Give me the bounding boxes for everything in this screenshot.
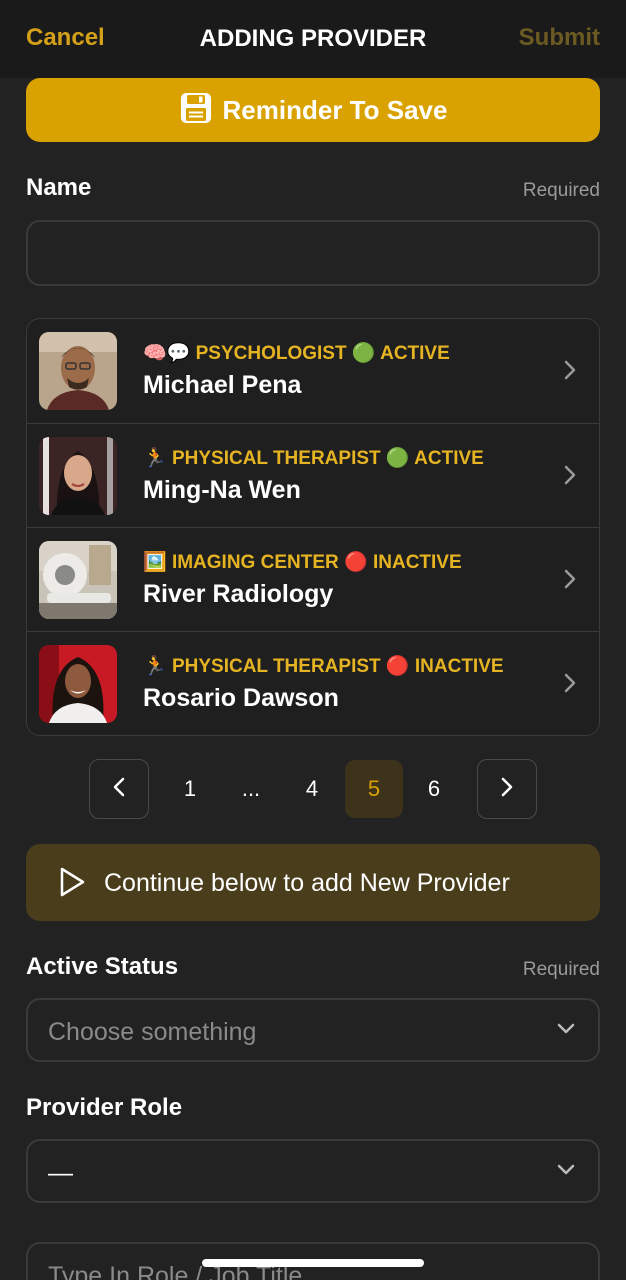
page-button-1[interactable]: 1 bbox=[161, 760, 219, 818]
provider-role: PHYSICAL THERAPIST bbox=[171, 656, 381, 677]
provider-name: Rosario Dawson bbox=[143, 684, 339, 712]
chevron-left-icon bbox=[112, 776, 126, 803]
active-status-placeholder: Choose something bbox=[48, 1018, 257, 1046]
submit-button[interactable]: Submit bbox=[519, 24, 600, 52]
provider-status: ACTIVE bbox=[380, 343, 450, 364]
page-ellipsis: ... bbox=[241, 776, 261, 801]
floppy-disk-icon bbox=[179, 91, 213, 130]
continue-label: Continue below to add New Provider bbox=[104, 869, 510, 897]
provider-meta: 🏃 PHYSICAL THERAPIST 🔴 INACTIVE bbox=[143, 654, 504, 678]
name-input[interactable] bbox=[26, 220, 600, 286]
chevron-right-icon bbox=[563, 464, 577, 491]
provider-meta: 🧠💬 PSYCHOLOGIST 🟢 ACTIVE bbox=[143, 341, 450, 365]
role-emoji: 🏃 bbox=[143, 656, 167, 677]
provider-meta: 🖼️ IMAGING CENTER 🔴 INACTIVE bbox=[143, 550, 462, 574]
status-emoji: 🔴 bbox=[385, 656, 410, 677]
next-page-button[interactable] bbox=[477, 759, 537, 819]
chevron-right-icon bbox=[563, 672, 577, 699]
page-button-6[interactable]: 6 bbox=[405, 760, 463, 818]
chevron-right-icon bbox=[563, 359, 577, 386]
role-emoji: 🧠💬 bbox=[143, 343, 191, 364]
avatar bbox=[39, 332, 117, 410]
provider-status: ACTIVE bbox=[414, 448, 484, 469]
provider-role: IMAGING CENTER bbox=[171, 552, 339, 573]
chevron-down-icon bbox=[556, 1163, 576, 1182]
cancel-button[interactable]: Cancel bbox=[26, 24, 105, 52]
provider-status: INACTIVE bbox=[414, 656, 504, 677]
avatar bbox=[39, 541, 117, 619]
page-button-5-current[interactable]: 5 bbox=[345, 760, 403, 818]
name-label: Name bbox=[26, 174, 92, 201]
provider-status: INACTIVE bbox=[372, 552, 462, 573]
status-emoji: 🔴 bbox=[344, 552, 368, 573]
chevron-down-icon bbox=[556, 1022, 576, 1041]
top-bar: Cancel ADDING PROVIDER Submit bbox=[0, 0, 626, 78]
active-status-label: Active Status bbox=[26, 953, 179, 980]
continue-add-provider-button[interactable]: Continue below to add New Provider bbox=[26, 844, 600, 921]
role-emoji: 🖼️ bbox=[143, 552, 167, 573]
name-required-label: Required bbox=[522, 180, 600, 201]
active-status-select[interactable]: Choose something bbox=[26, 998, 600, 1062]
provider-row[interactable]: 🧠💬 PSYCHOLOGIST 🟢 ACTIVE Michael Pena bbox=[27, 319, 599, 423]
provider-name: Michael Pena bbox=[143, 371, 302, 399]
reminder-to-save-button[interactable]: Reminder To Save bbox=[26, 78, 600, 142]
status-emoji: 🟢 bbox=[385, 448, 410, 469]
provider-role-value: — bbox=[48, 1159, 73, 1187]
provider-list: 🧠💬 PSYCHOLOGIST 🟢 ACTIVE Michael Pena 🏃 bbox=[26, 318, 600, 736]
play-icon bbox=[58, 866, 86, 903]
chevron-right-icon bbox=[500, 776, 514, 803]
active-status-required-label: Required bbox=[522, 959, 600, 980]
provider-role-label: Provider Role bbox=[26, 1094, 183, 1121]
provider-name: River Radiology bbox=[143, 580, 334, 608]
provider-role: PSYCHOLOGIST bbox=[195, 343, 347, 364]
provider-row[interactable]: 🏃 PHYSICAL THERAPIST 🟢 ACTIVE Ming-Na We… bbox=[27, 423, 599, 527]
provider-role-select[interactable]: — bbox=[26, 1139, 600, 1203]
reminder-label: Reminder To Save bbox=[222, 94, 448, 125]
avatar bbox=[39, 437, 117, 515]
page-button-4[interactable]: 4 bbox=[283, 760, 341, 818]
provider-row[interactable]: 🏃 PHYSICAL THERAPIST 🔴 INACTIVE Rosario … bbox=[27, 631, 599, 735]
provider-meta: 🏃 PHYSICAL THERAPIST 🟢 ACTIVE bbox=[143, 446, 484, 470]
home-indicator[interactable] bbox=[202, 1259, 424, 1267]
provider-role: PHYSICAL THERAPIST bbox=[171, 448, 381, 469]
provider-name: Ming-Na Wen bbox=[143, 476, 301, 504]
role-emoji: 🏃 bbox=[143, 448, 167, 469]
chevron-right-icon bbox=[563, 568, 577, 595]
avatar bbox=[39, 645, 117, 723]
status-emoji: 🟢 bbox=[351, 343, 376, 364]
provider-row[interactable]: 🖼️ IMAGING CENTER 🔴 INACTIVE River Radio… bbox=[27, 527, 599, 631]
previous-page-button[interactable] bbox=[89, 759, 149, 819]
